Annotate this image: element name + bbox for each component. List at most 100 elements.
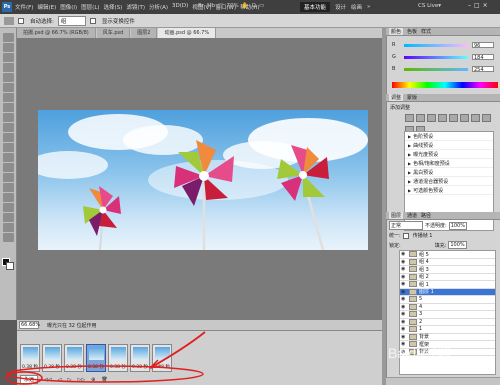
preset-item[interactable]: ▶ 黑白预设 (405, 168, 493, 177)
autoselect-dropdown[interactable]: 组 (57, 15, 86, 26)
maximize-button[interactable]: □ (474, 2, 480, 9)
blue-slider[interactable] (404, 68, 468, 71)
visibility-eye-icon[interactable]: ◉ (401, 251, 407, 257)
hand-tool-button[interactable] (3, 223, 14, 232)
layer-row[interactable]: ◉ 5 (400, 296, 495, 304)
animation-frame[interactable]: 0.38 秒 (130, 344, 150, 372)
shape-tool-button[interactable] (3, 203, 14, 212)
layer-row[interactable]: ◉ 4 (400, 303, 495, 311)
zoom-level[interactable]: 70% (227, 3, 239, 9)
document-tab[interactable]: 图层2 (131, 28, 158, 38)
visibility-eye-icon[interactable]: ◉ (401, 341, 407, 347)
menu-edit[interactable]: 编辑(E) (37, 3, 56, 11)
preset-item[interactable]: ▶ 可选颜色预设 (405, 186, 493, 195)
zoom-icon[interactable]: Q (252, 3, 256, 9)
preset-item[interactable]: ▶ 色阶预设 (405, 132, 493, 141)
crop-tool-button[interactable] (3, 73, 14, 82)
frame-delay[interactable]: 0.38 秒 (44, 364, 60, 370)
path-select-tool-button[interactable] (3, 193, 14, 202)
history-brush-tool-button[interactable] (3, 123, 14, 132)
red-value-field[interactable]: 96 (472, 42, 494, 49)
blur-tool-button[interactable] (3, 153, 14, 162)
layer-row[interactable]: ◉ 框架 (400, 341, 495, 349)
black-white-icon[interactable] (482, 114, 491, 122)
red-slider[interactable] (404, 44, 468, 47)
move-tool-icon[interactable] (4, 16, 14, 25)
visibility-eye-icon[interactable]: ◉ (401, 296, 407, 302)
menu-image[interactable]: 图像(I) (60, 3, 77, 11)
layer-row[interactable]: ◉ 组 3 (400, 266, 495, 274)
minimize-button[interactable]: – (468, 2, 471, 9)
animation-frame[interactable]: 0.38 秒 (20, 344, 40, 372)
menu-analysis[interactable]: 分析(A) (149, 3, 168, 11)
blend-mode-dropdown[interactable]: 正常 (389, 221, 423, 230)
color-balance-icon[interactable] (471, 114, 480, 122)
zoom-field[interactable]: 66.68% (19, 321, 40, 329)
visibility-eye-icon[interactable]: ◉ (401, 266, 407, 272)
preset-item[interactable]: ▶ 曝光度预设 (405, 150, 493, 159)
tab-adjustments[interactable]: 调整 (389, 94, 404, 101)
prev-frame-button[interactable]: ◁ (58, 377, 62, 383)
background-color-swatch[interactable] (6, 262, 14, 270)
frame-delay[interactable]: 0.38 秒 (88, 364, 104, 370)
bridge-button[interactable]: Br (198, 3, 204, 9)
hand-icon[interactable]: ✋ (242, 3, 249, 9)
visibility-eye-icon[interactable]: ◉ (401, 319, 407, 325)
visibility-eye-icon[interactable]: ◉ (401, 259, 407, 265)
canvas-image-pinwheels[interactable] (38, 110, 368, 250)
animation-frame[interactable]: 0.38 秒 (42, 344, 62, 372)
zoom-tool-button[interactable] (3, 233, 14, 242)
visibility-eye-icon[interactable]: ◉ (401, 274, 407, 280)
propagate-checkbox[interactable] (402, 232, 409, 239)
layer-row[interactable]: ◉ 背景 (400, 348, 495, 356)
first-frame-button[interactable]: ◁◁ (44, 377, 52, 383)
layer-row[interactable]: ◉ 组 2 (400, 273, 495, 281)
curves-icon[interactable] (427, 114, 436, 122)
menu-select[interactable]: 选择(S) (104, 3, 123, 11)
tab-masks[interactable]: 蒙版 (407, 94, 417, 101)
workspace-design[interactable]: 设计 (335, 3, 346, 11)
tab-styles[interactable]: 样式 (421, 28, 431, 35)
blue-value-field[interactable]: 254 (472, 66, 494, 73)
animation-frame[interactable]: 0.38 秒 (64, 344, 84, 372)
menu-3d[interactable]: 3D(D) (172, 3, 188, 11)
visibility-eye-icon[interactable]: ◉ (401, 289, 407, 295)
frame-delay[interactable]: 0.38 秒 (22, 364, 38, 370)
extras-button[interactable]: □ (218, 3, 223, 9)
visibility-eye-icon[interactable]: ◉ (401, 304, 407, 310)
brightness-icon[interactable] (405, 114, 414, 122)
play-button[interactable]: ▷ (68, 377, 72, 383)
quick-select-tool-button[interactable] (3, 63, 14, 72)
menu-filter[interactable]: 滤镜(T) (126, 3, 145, 11)
tab-swatches[interactable]: 色板 (407, 28, 417, 35)
arrange-icon[interactable]: ▭ (259, 3, 264, 9)
gradient-tool-button[interactable] (3, 143, 14, 152)
animation-frame[interactable]: 0.38 秒 (108, 344, 128, 372)
tween-button[interactable]: ⊕ (91, 377, 95, 383)
document-tab[interactable]: 拍摄.psd @ 66.7% (RGB/8) (17, 28, 96, 38)
layer-row[interactable]: ◉ 1 (400, 326, 495, 334)
exposure-icon[interactable] (438, 114, 447, 122)
lasso-tool-button[interactable] (3, 53, 14, 62)
layer-row[interactable]: ◉ 组 1 (400, 281, 495, 289)
visibility-eye-icon[interactable]: ◉ (401, 334, 407, 340)
delete-frame-icon[interactable]: 🗑 (101, 377, 107, 383)
eyedropper-tool-button[interactable] (3, 83, 14, 92)
workspace-more[interactable]: » (367, 4, 370, 10)
next-frame-button[interactable]: ▷▷ (77, 377, 85, 383)
vibrance-icon[interactable] (449, 114, 458, 122)
healing-tool-button[interactable] (3, 93, 14, 102)
loop-dropdown[interactable]: 永远 (20, 375, 39, 384)
marquee-tool-button[interactable] (3, 43, 14, 52)
eraser-tool-button[interactable] (3, 133, 14, 142)
opacity-field[interactable]: 100% (448, 221, 467, 230)
levels-icon[interactable] (416, 114, 425, 122)
green-value-field[interactable]: 184 (472, 54, 494, 61)
workspace-painting[interactable]: 绘画 (351, 3, 362, 11)
pen-tool-button[interactable] (3, 173, 14, 182)
close-button[interactable]: × (483, 2, 488, 9)
frame-delay[interactable]: 0.38 秒 (154, 364, 170, 370)
visibility-eye-icon[interactable]: ◉ (401, 281, 407, 287)
tab-color[interactable]: 颜色 (389, 28, 404, 35)
color-spectrum-ramp[interactable] (392, 82, 498, 88)
